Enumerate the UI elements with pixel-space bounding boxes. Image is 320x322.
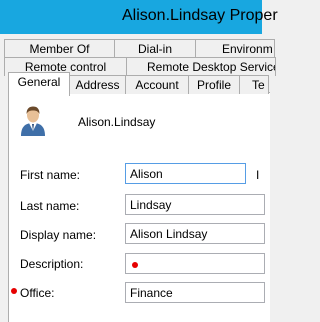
tab-remote-desktop-services[interactable]: Remote Desktop Service [126,57,276,76]
tab-row-1: Member Of Dial-in Environm [0,39,275,59]
tab-address[interactable]: Address [69,75,126,94]
first-name-field[interactable]: Alison [125,163,246,184]
window-title: Alison.Lindsay Proper [122,7,278,24]
description-field[interactable] [125,253,265,274]
tab-telephones[interactable]: Te [239,75,269,94]
tab-dial-in[interactable]: Dial-in [114,39,196,58]
office-field[interactable]: Finance [125,282,265,303]
first-name-label: First name: [20,168,81,182]
office-label: Office: [20,286,55,300]
red-marker-office [11,288,17,294]
tab-account[interactable]: Account [125,75,189,94]
description-label: Description: [20,257,84,271]
last-name-label: Last name: [20,199,80,213]
window-titlebar[interactable]: Alison.Lindsay Proper [0,0,278,34]
last-name-field[interactable]: Lindsay [125,194,265,215]
tab-environment[interactable]: Environm [195,39,275,58]
initials-label: I [256,168,260,182]
tab-member-of[interactable]: Member Of [4,39,115,58]
tab-general[interactable]: General [8,72,70,96]
display-name-field[interactable]: Alison Lindsay [125,223,265,244]
red-marker-description [132,262,138,268]
user-name-header: Alison.Lindsay [78,115,156,129]
tab-row-3: General Address Account Profile Te [0,72,269,96]
display-name-label: Display name: [20,228,97,242]
tab-profile[interactable]: Profile [188,75,240,94]
user-icon [21,106,45,136]
